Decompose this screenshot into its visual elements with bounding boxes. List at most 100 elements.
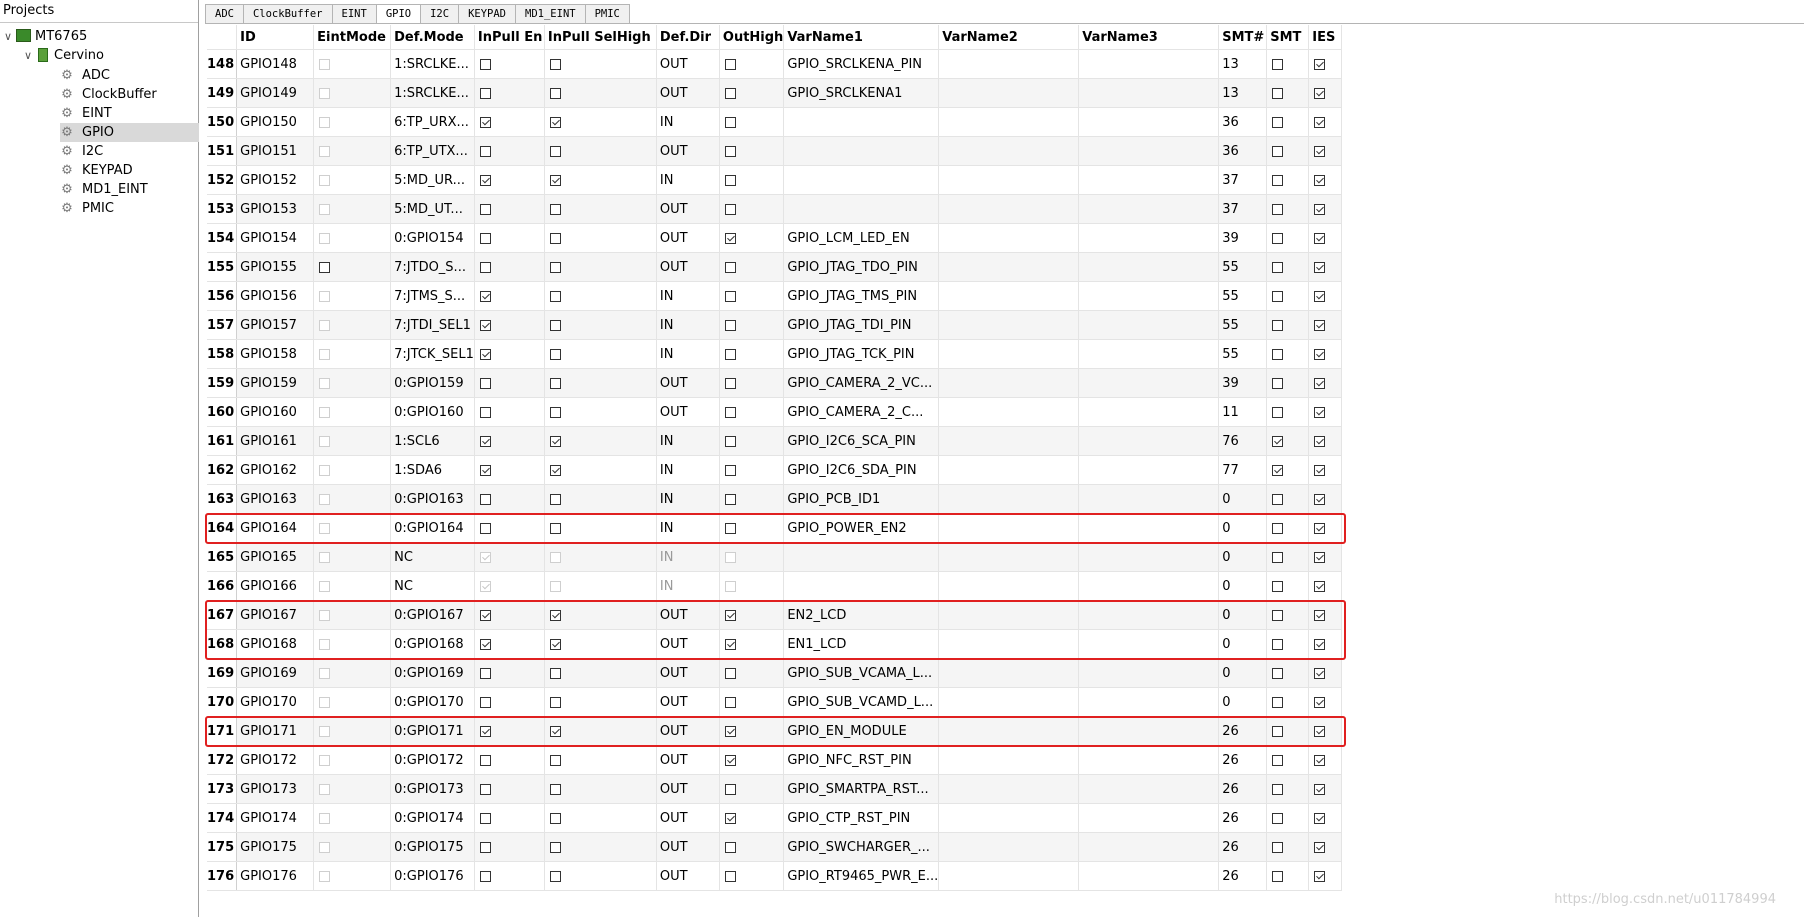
def-dir-cell[interactable]: IN bbox=[656, 426, 720, 456]
tab-pmic[interactable]: PMIC bbox=[584, 4, 630, 23]
smt-checkbox[interactable] bbox=[1272, 754, 1284, 766]
table-row[interactable]: 161 GPIO161 1:SCL6 IN GPIO_I2C6_SCA_PIN 76 bbox=[207, 426, 1343, 456]
def-dir-cell[interactable]: IN bbox=[656, 339, 720, 369]
varname2-cell[interactable] bbox=[938, 252, 1080, 282]
inpull-selhigh-checkbox[interactable] bbox=[549, 319, 561, 331]
inpull-selhigh-checkbox[interactable] bbox=[549, 609, 561, 621]
varname3-cell[interactable] bbox=[1078, 774, 1220, 804]
id-cell[interactable]: GPIO155 bbox=[236, 252, 315, 282]
varname3-cell[interactable] bbox=[1078, 658, 1220, 688]
varname1-cell[interactable]: GPIO_JTAG_TMS_PIN bbox=[783, 281, 940, 311]
inpull-selhigh-checkbox[interactable] bbox=[549, 203, 561, 215]
def-dir-cell[interactable]: OUT bbox=[656, 194, 720, 224]
varname2-cell[interactable] bbox=[938, 513, 1080, 543]
smt-checkbox[interactable] bbox=[1272, 696, 1284, 708]
id-cell[interactable]: GPIO168 bbox=[236, 629, 315, 659]
table-row[interactable]: 169 GPIO169 0:GPIO169 OUT GPIO_SUB_VCAMA_L..… bbox=[207, 658, 1343, 688]
def-mode-cell[interactable]: 7:JTCK_SEL1 bbox=[390, 339, 475, 369]
outhigh-checkbox[interactable] bbox=[724, 87, 736, 99]
def-mode-cell[interactable]: 0:GPIO159 bbox=[390, 368, 475, 398]
tab-i2c[interactable]: I2C bbox=[420, 4, 460, 23]
inpull-en-checkbox[interactable] bbox=[479, 783, 491, 795]
ies-checkbox[interactable] bbox=[1314, 870, 1326, 882]
table-row[interactable]: 148 GPIO148 1:SRCLKE... OUT GPIO_SRCLKENA_PI… bbox=[207, 49, 1343, 79]
outhigh-checkbox[interactable] bbox=[724, 667, 736, 679]
id-cell[interactable]: GPIO160 bbox=[236, 397, 315, 427]
smt-number-cell[interactable]: 13 bbox=[1218, 49, 1268, 79]
inpull-en-checkbox[interactable] bbox=[479, 87, 491, 99]
def-dir-cell[interactable]: OUT bbox=[656, 745, 720, 775]
outhigh-checkbox[interactable] bbox=[724, 522, 736, 534]
inpull-en-checkbox[interactable] bbox=[479, 667, 491, 679]
column-header-smt[interactable]: SMT bbox=[1266, 25, 1310, 50]
varname3-cell[interactable] bbox=[1078, 426, 1220, 456]
varname2-cell[interactable] bbox=[938, 281, 1080, 311]
inpull-selhigh-checkbox[interactable] bbox=[549, 348, 561, 360]
varname2-cell[interactable] bbox=[938, 339, 1080, 369]
smt-number-cell[interactable]: 0 bbox=[1218, 629, 1268, 659]
smt-checkbox[interactable] bbox=[1272, 406, 1284, 418]
inpull-en-checkbox[interactable] bbox=[479, 319, 491, 331]
def-dir-cell[interactable]: OUT bbox=[656, 223, 720, 253]
smt-checkbox[interactable] bbox=[1272, 522, 1284, 534]
smt-number-cell[interactable]: 76 bbox=[1218, 426, 1268, 456]
inpull-selhigh-checkbox[interactable] bbox=[549, 232, 561, 244]
id-cell[interactable]: GPIO167 bbox=[236, 600, 315, 630]
tree-item-adc[interactable]: ⚙ ADC bbox=[60, 66, 110, 85]
id-cell[interactable]: GPIO149 bbox=[236, 78, 315, 108]
varname1-cell[interactable]: EN1_LCD bbox=[783, 629, 940, 659]
varname2-cell[interactable] bbox=[938, 455, 1080, 485]
smt-number-cell[interactable]: 37 bbox=[1218, 165, 1268, 195]
inpull-selhigh-checkbox[interactable] bbox=[549, 290, 561, 302]
def-mode-cell[interactable]: 0:GPIO171 bbox=[390, 716, 475, 746]
varname1-cell[interactable]: GPIO_SUB_VCAMD_L... bbox=[783, 687, 940, 717]
id-cell[interactable]: GPIO152 bbox=[236, 165, 315, 195]
def-mode-cell[interactable]: 0:GPIO154 bbox=[390, 223, 475, 253]
table-row[interactable]: 158 GPIO158 7:JTCK_SEL1 IN GPIO_JTAG_TCK_PIN… bbox=[207, 339, 1343, 369]
smt-number-cell[interactable]: 37 bbox=[1218, 194, 1268, 224]
smt-number-cell[interactable]: 55 bbox=[1218, 281, 1268, 311]
outhigh-checkbox[interactable] bbox=[724, 406, 736, 418]
inpull-en-checkbox[interactable] bbox=[479, 406, 491, 418]
varname3-cell[interactable] bbox=[1078, 600, 1220, 630]
column-header-inpull-selhigh[interactable]: InPull SelHigh bbox=[544, 25, 657, 50]
outhigh-checkbox[interactable] bbox=[724, 116, 736, 128]
varname1-cell[interactable]: GPIO_JTAG_TCK_PIN bbox=[783, 339, 940, 369]
inpull-en-checkbox[interactable] bbox=[479, 435, 491, 447]
varname2-cell[interactable] bbox=[938, 223, 1080, 253]
varname1-cell[interactable]: GPIO_JTAG_TDI_PIN bbox=[783, 310, 940, 340]
id-cell[interactable]: GPIO161 bbox=[236, 426, 315, 456]
smt-number-cell[interactable]: 0 bbox=[1218, 658, 1268, 688]
varname2-cell[interactable] bbox=[938, 426, 1080, 456]
column-header-smt-[interactable]: SMT# bbox=[1218, 25, 1268, 50]
table-row[interactable]: 152 GPIO152 5:MD_UR... IN 37 bbox=[207, 165, 1343, 195]
ies-checkbox[interactable] bbox=[1314, 783, 1326, 795]
outhigh-checkbox[interactable] bbox=[724, 725, 736, 737]
varname2-cell[interactable] bbox=[938, 78, 1080, 108]
def-mode-cell[interactable]: 0:GPIO174 bbox=[390, 803, 475, 833]
varname2-cell[interactable] bbox=[938, 136, 1080, 166]
id-cell[interactable]: GPIO174 bbox=[236, 803, 315, 833]
table-row[interactable]: 165 GPIO165 NC IN 0 bbox=[207, 542, 1343, 572]
def-dir-cell[interactable]: OUT bbox=[656, 803, 720, 833]
id-cell[interactable]: GPIO164 bbox=[236, 513, 315, 543]
inpull-en-checkbox[interactable] bbox=[479, 145, 491, 157]
varname2-cell[interactable] bbox=[938, 716, 1080, 746]
def-dir-cell[interactable]: OUT bbox=[656, 774, 720, 804]
inpull-en-checkbox[interactable] bbox=[479, 290, 491, 302]
inpull-en-checkbox[interactable] bbox=[479, 203, 491, 215]
varname1-cell[interactable]: EN2_LCD bbox=[783, 600, 940, 630]
smt-number-cell[interactable]: 39 bbox=[1218, 368, 1268, 398]
table-row[interactable]: 171 GPIO171 0:GPIO171 OUT GPIO_EN_MODULE 26 bbox=[207, 716, 1343, 746]
smt-checkbox[interactable] bbox=[1272, 870, 1284, 882]
varname3-cell[interactable] bbox=[1078, 107, 1220, 137]
def-dir-cell[interactable]: OUT bbox=[656, 600, 720, 630]
smt-checkbox[interactable] bbox=[1272, 290, 1284, 302]
id-cell[interactable]: GPIO176 bbox=[236, 861, 315, 891]
column-header-eintmode[interactable]: EintMode bbox=[313, 25, 392, 50]
varname3-cell[interactable] bbox=[1078, 629, 1220, 659]
inpull-selhigh-checkbox[interactable] bbox=[549, 725, 561, 737]
varname2-cell[interactable] bbox=[938, 542, 1080, 572]
varname3-cell[interactable] bbox=[1078, 165, 1220, 195]
ies-checkbox[interactable] bbox=[1314, 232, 1326, 244]
